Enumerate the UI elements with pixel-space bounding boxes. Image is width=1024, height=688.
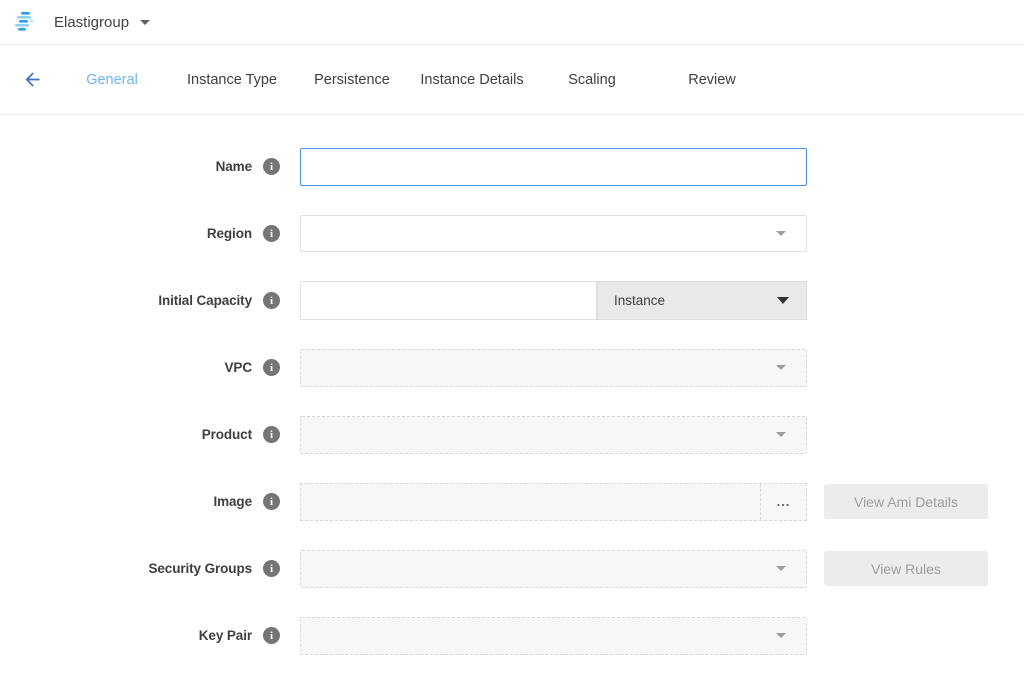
chevron-down-icon (140, 20, 150, 25)
product-switcher[interactable]: Elastigroup (54, 14, 150, 31)
chevron-down-icon (776, 365, 786, 370)
app-title: Elastigroup (54, 14, 129, 31)
info-icon[interactable]: i (263, 359, 280, 376)
form-row-region: Region i (0, 214, 1024, 253)
vpc-label: VPC (225, 360, 252, 375)
arrow-left-icon (22, 69, 43, 90)
info-icon[interactable]: i (263, 158, 280, 175)
security-groups-select (300, 550, 807, 588)
form-row-security-groups: Security Groups i View Rules (0, 549, 1024, 588)
key-pair-label: Key Pair (199, 628, 252, 643)
capacity-unit-select[interactable]: Instance (597, 281, 807, 320)
tab-instance-type[interactable]: Instance Type (172, 72, 292, 88)
info-icon[interactable]: i (263, 560, 280, 577)
form-row-name: Name i (0, 147, 1024, 186)
back-button[interactable] (12, 60, 52, 100)
tab-scaling[interactable]: Scaling (532, 72, 652, 88)
tab-persistence[interactable]: Persistence (292, 72, 412, 88)
capacity-unit-value: Instance (614, 293, 665, 308)
info-icon[interactable]: i (263, 493, 280, 510)
form-row-initial-capacity: Initial Capacity i Instance (0, 281, 1024, 320)
info-icon[interactable]: i (263, 292, 280, 309)
product-label: Product (202, 427, 252, 442)
form-row-vpc: VPC i (0, 348, 1024, 387)
view-ami-details-button[interactable]: View Ami Details (824, 484, 988, 519)
chevron-down-icon (776, 633, 786, 638)
name-input[interactable] (300, 148, 807, 186)
form-row-key-pair: Key Pair i (0, 616, 1024, 655)
chevron-down-icon (776, 566, 786, 571)
general-settings-form: Name i Region i Initial Capacity i Insta… (0, 115, 1024, 655)
view-rules-button[interactable]: View Rules (824, 551, 988, 586)
product-select (300, 416, 807, 454)
info-icon[interactable]: i (263, 426, 280, 443)
region-label: Region (207, 226, 252, 241)
image-value (301, 484, 760, 520)
image-input: ... (300, 483, 807, 521)
tab-general[interactable]: General (52, 72, 172, 88)
info-icon[interactable]: i (263, 225, 280, 242)
initial-capacity-input[interactable] (300, 281, 597, 320)
wizard-tab-bar: General Instance Type Persistence Instan… (0, 45, 1024, 115)
tab-instance-details[interactable]: Instance Details (412, 72, 532, 88)
initial-capacity-label: Initial Capacity (158, 293, 252, 308)
chevron-down-icon (776, 432, 786, 437)
wizard-tabs: General Instance Type Persistence Instan… (52, 72, 772, 88)
tab-review[interactable]: Review (652, 72, 772, 88)
image-browse-button[interactable]: ... (760, 484, 806, 520)
name-label: Name (216, 159, 252, 174)
elastigroup-logo-icon (14, 10, 42, 34)
security-groups-label: Security Groups (148, 561, 252, 576)
chevron-down-icon (776, 231, 786, 236)
app-header: Elastigroup (0, 0, 1024, 45)
key-pair-select (300, 617, 807, 655)
info-icon[interactable]: i (263, 627, 280, 644)
image-label: Image (213, 494, 252, 509)
form-row-image: Image i ... View Ami Details (0, 482, 1024, 521)
form-row-product: Product i (0, 415, 1024, 454)
vpc-select (300, 349, 807, 387)
region-select[interactable] (300, 215, 807, 252)
chevron-down-icon (777, 297, 789, 304)
